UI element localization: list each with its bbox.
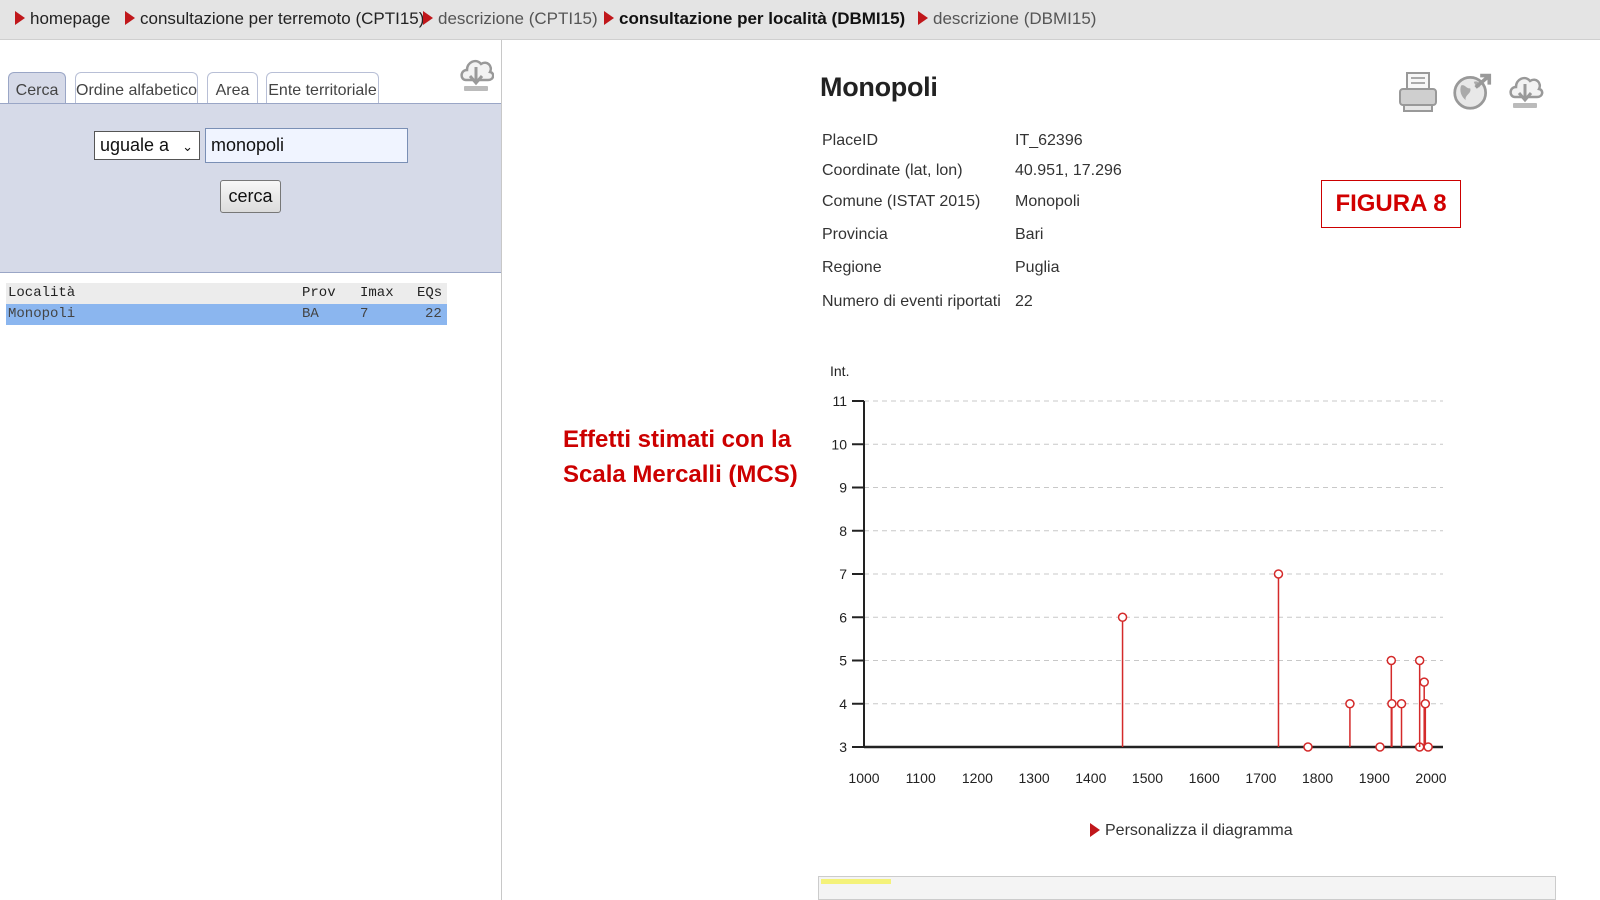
arrow-right-icon <box>15 11 25 25</box>
field-label-coordinates: Coordinate (lat, lon) <box>822 162 963 179</box>
table-row[interactable]: Monopoli BA 7 22 <box>6 304 447 325</box>
annotation-line: Scala Mercalli (MCS) <box>563 461 798 488</box>
chevron-down-icon: ⌄ <box>182 139 193 154</box>
results-table: Località Prov Imax EQs Monopoli BA 7 22 <box>6 283 447 325</box>
arrow-right-icon <box>125 11 135 25</box>
field-label-comune: Comune (ISTAT 2015) <box>822 193 981 210</box>
breadcrumb-dbmi15-description[interactable]: descrizione (DBMI15) <box>918 9 1096 29</box>
tab-ordine-alfabetico[interactable]: Ordine alfabetico <box>75 72 198 104</box>
field-label-regione: Regione <box>822 259 882 276</box>
page-title: Monopoli <box>820 72 938 102</box>
y-tick-label: 9 <box>839 480 847 496</box>
y-tick-label: 4 <box>839 696 847 712</box>
globe-export-icon[interactable] <box>1452 67 1492 115</box>
search-input[interactable]: monopoli <box>205 128 408 163</box>
breadcrumb-cpti15-search[interactable]: consultazione per terremoto (CPTI15) <box>125 9 424 29</box>
cell-prov: BA <box>302 306 319 322</box>
field-label-numero-eventi: Numero di eventi riportati <box>822 293 1001 310</box>
x-tick-label: 1200 <box>962 770 993 786</box>
cell-eqs: 22 <box>425 306 442 322</box>
figure-label: FIGURA 8 <box>1321 180 1461 228</box>
field-value-placeid: IT_62396 <box>1015 132 1083 149</box>
cloud-download-icon[interactable] <box>1507 67 1547 115</box>
breadcrumb-label: consultazione per località (DBMI15) <box>619 9 906 28</box>
cell-imax: 7 <box>360 306 369 322</box>
data-point[interactable] <box>1117 612 1128 622</box>
x-tick-label: 1000 <box>848 770 879 786</box>
arrow-right-icon <box>423 11 433 25</box>
breadcrumb-label: descrizione (DBMI15) <box>933 9 1097 28</box>
data-point[interactable] <box>1303 742 1313 752</box>
x-tick-label: 1400 <box>1075 770 1106 786</box>
arrow-right-icon <box>918 11 928 25</box>
field-label-placeid: PlaceID <box>822 132 879 149</box>
printer-icon[interactable] <box>1398 67 1438 115</box>
y-tick-label: 3 <box>839 739 847 755</box>
arrow-right-icon <box>1090 823 1100 837</box>
operator-select[interactable]: uguale a ⌄ <box>94 131 200 160</box>
x-tick-label: 1300 <box>1019 770 1050 786</box>
y-axis-label: Int. <box>830 363 849 379</box>
customize-label: Personalizza il diagramma <box>1105 822 1293 839</box>
data-point[interactable] <box>1414 655 1425 666</box>
y-tick-label: 7 <box>839 566 847 582</box>
y-tick-label: 8 <box>839 523 847 539</box>
search-button[interactable]: cerca <box>220 180 281 213</box>
customize-chart-link[interactable]: Personalizza il diagramma <box>1090 822 1293 840</box>
field-label-provincia: Provincia <box>822 226 888 243</box>
y-tick-label: 11 <box>832 393 847 409</box>
data-point[interactable] <box>1375 742 1385 752</box>
x-tick-label: 1800 <box>1302 770 1333 786</box>
chart-grid <box>864 400 1443 705</box>
annotation-line: Effetti stimati con la <box>563 426 792 453</box>
data-point[interactable] <box>1396 699 1407 709</box>
data-point[interactable] <box>1419 677 1429 687</box>
table-header-row: Località Prov Imax EQs <box>6 283 447 304</box>
column-header-prov[interactable]: Prov <box>302 283 336 304</box>
y-tick-label: 5 <box>839 653 847 669</box>
field-value-coordinates: 40.951, 17.296 <box>1015 162 1122 179</box>
data-point[interactable] <box>1386 655 1397 666</box>
field-value-numero-eventi: 22 <box>1015 293 1033 310</box>
breadcrumb-cpti15-description[interactable]: descrizione (CPTI15) <box>423 9 598 29</box>
field-value-regione: Puglia <box>1015 259 1060 276</box>
data-point[interactable] <box>1273 569 1284 579</box>
intensity-chart: Int. 3 4 5 6 7 8 9 10 11 1000 1100 1200 1300 1400 1500… <box>830 363 1447 786</box>
data-point[interactable] <box>1420 699 1431 709</box>
operator-select-value: uguale a <box>100 135 170 155</box>
highlight-strip <box>821 879 891 884</box>
data-point[interactable] <box>1423 742 1433 752</box>
y-tick-label: 10 <box>831 436 847 452</box>
field-value-provincia: Bari <box>1015 226 1044 243</box>
data-point[interactable] <box>1387 699 1397 709</box>
y-tick-label: 6 <box>839 609 847 625</box>
arrow-right-icon <box>604 11 614 25</box>
x-tick-label: 1100 <box>906 770 936 786</box>
cloud-download-icon[interactable] <box>458 50 494 98</box>
search-panel: Cerca Ordine alfabetico Area Ente territ… <box>0 40 502 900</box>
tab-ente-territoriale[interactable]: Ente territoriale <box>266 72 379 104</box>
column-header-localita[interactable]: Località <box>8 283 75 304</box>
field-value-comune: Monopoli <box>1015 193 1080 210</box>
tab-cerca[interactable]: Cerca <box>8 72 66 105</box>
column-header-eqs[interactable]: EQs <box>417 283 442 304</box>
scale-annotation: Effetti stimati con la Scala Mercalli (M… <box>563 422 823 492</box>
bottom-panel <box>818 876 1556 900</box>
x-tick-label: 1900 <box>1359 770 1390 786</box>
chart-axes: 3 4 5 6 7 8 9 10 11 1000 1100 1200 1300 1400 1500 1600 1… <box>831 393 1446 786</box>
cell-localita: Monopoli <box>8 306 76 322</box>
breadcrumb-bar: homepage consultazione per terremoto (CP… <box>0 0 1600 40</box>
data-point[interactable] <box>1345 699 1355 709</box>
x-tick-label: 1700 <box>1245 770 1276 786</box>
x-tick-label: 2000 <box>1415 770 1446 786</box>
breadcrumb-homepage[interactable]: homepage <box>15 9 110 29</box>
x-tick-label: 1600 <box>1189 770 1220 786</box>
breadcrumb-label: consultazione per terremoto (CPTI15) <box>140 9 425 28</box>
column-header-imax[interactable]: Imax <box>360 283 394 304</box>
x-tick-label: 1500 <box>1132 770 1163 786</box>
tab-area[interactable]: Area <box>207 72 258 104</box>
breadcrumb-label: descrizione (CPTI15) <box>438 9 598 28</box>
breadcrumb-label: homepage <box>30 9 111 28</box>
breadcrumb-dbmi15-search[interactable]: consultazione per località (DBMI15) <box>604 9 905 29</box>
